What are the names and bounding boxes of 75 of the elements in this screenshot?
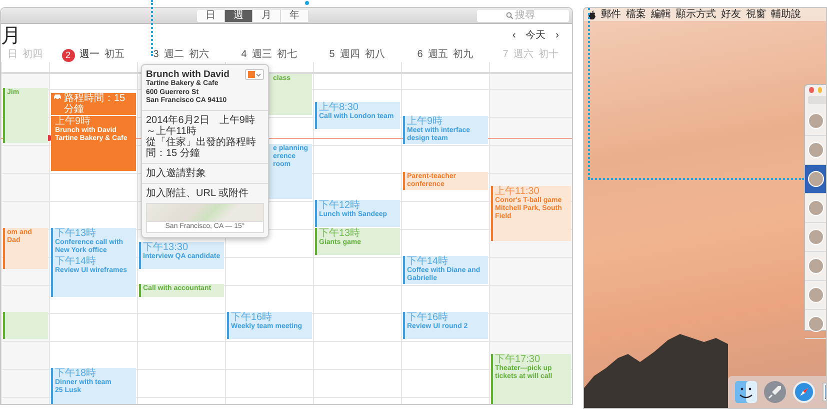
callout-line <box>151 0 153 56</box>
smiling-face-icon[interactable] <box>734 380 758 404</box>
caret-icon <box>256 72 261 76</box>
close-button[interactable] <box>809 87 814 93</box>
menu-item[interactable]: 顯示方式 <box>676 8 716 20</box>
compass-icon[interactable] <box>792 380 816 404</box>
minimize-button[interactable] <box>818 87 822 93</box>
menu-item[interactable]: 輔助說 <box>771 8 801 20</box>
event-date-time: 2014年6月2日 上午9時～上午11時 <box>146 114 256 136</box>
menu-item[interactable]: 視窗 <box>746 8 766 20</box>
callout-dot <box>305 1 309 5</box>
lunar-date: 初七 <box>276 48 297 62</box>
view-tab[interactable]: 月 <box>253 10 281 22</box>
contact-row[interactable] <box>805 165 826 194</box>
menu-item[interactable]: 好友 <box>721 8 741 20</box>
previous-button[interactable]: ‹ <box>507 29 521 43</box>
lunar-date: 初六 <box>188 48 209 62</box>
event-time: 下午18時 <box>55 369 98 379</box>
search-field[interactable]: 搜尋 <box>477 10 569 22</box>
popover-title: Brunch with David <box>146 69 230 80</box>
avatar <box>808 316 824 332</box>
month-title: 月 <box>1 24 21 48</box>
day-name: 週三 <box>252 48 272 62</box>
today-button[interactable]: 今天 <box>520 29 551 43</box>
event-time: 下午13時 <box>55 229 98 239</box>
day-name: 週二 <box>164 48 184 62</box>
day-name: 週一 <box>80 48 100 62</box>
day-number: 2 <box>62 48 74 62</box>
day-number: 6 <box>417 48 423 62</box>
day-number: 4 <box>241 48 247 62</box>
calendar-color-picker[interactable] <box>245 69 264 80</box>
event-time: 上午11:30 <box>495 187 540 197</box>
view-tab[interactable]: 日 <box>197 10 225 22</box>
event-time: 上午9時 <box>407 117 443 127</box>
lunar-date: 初四 <box>22 48 42 62</box>
lunar-date: 初五 <box>104 48 124 62</box>
search-icon <box>506 12 513 19</box>
day-name: 週四 <box>340 48 360 62</box>
apple-icon[interactable] <box>588 10 596 20</box>
event-time: 上午8:30 <box>319 103 358 113</box>
menu-item[interactable]: 郵件 <box>601 8 621 20</box>
event-time: 下午13時 <box>319 229 362 239</box>
lunar-date: 初十 <box>538 48 558 62</box>
menu-item[interactable]: 編輯 <box>651 8 671 20</box>
day-number: 3 <box>153 48 159 62</box>
event-time: 下午13:30 <box>143 243 188 253</box>
day-name: 週六 <box>513 48 534 62</box>
avatar <box>808 229 824 245</box>
map-placeholder[interactable] <box>146 202 264 220</box>
view-tab[interactable]: 年 <box>281 10 309 22</box>
event-time: 下午12時 <box>319 201 360 211</box>
event-time: 下午14時 <box>407 257 448 267</box>
day-name: 週五 <box>428 48 448 62</box>
next-button[interactable]: › <box>550 29 564 43</box>
day-name: 日 <box>8 48 18 62</box>
avatar <box>808 171 824 187</box>
lunar-date: 初九 <box>452 48 473 62</box>
day-number: 5 <box>329 48 335 62</box>
view-tab[interactable]: 週 <box>225 10 253 22</box>
lunar-date: 初八 <box>364 48 385 62</box>
avatar <box>808 287 824 303</box>
avatar <box>808 200 824 216</box>
avatar <box>808 258 824 274</box>
event-time: 下午16時 <box>407 313 448 323</box>
calendar-event[interactable] <box>3 312 48 339</box>
event-time: 下午16時 <box>231 313 274 323</box>
event-time: 上午9時 <box>55 117 91 127</box>
avatar <box>808 113 824 129</box>
travel-time-text: 路程時間：15 分鐘 <box>64 93 126 115</box>
avatar <box>808 142 824 158</box>
menu-item[interactable]: 檔案 <box>626 8 646 20</box>
event-time: 下午17:30 <box>495 355 540 365</box>
event-time: 下午14時 <box>55 257 96 267</box>
search-field[interactable] <box>808 96 826 104</box>
day-number: 7 <box>502 48 508 62</box>
